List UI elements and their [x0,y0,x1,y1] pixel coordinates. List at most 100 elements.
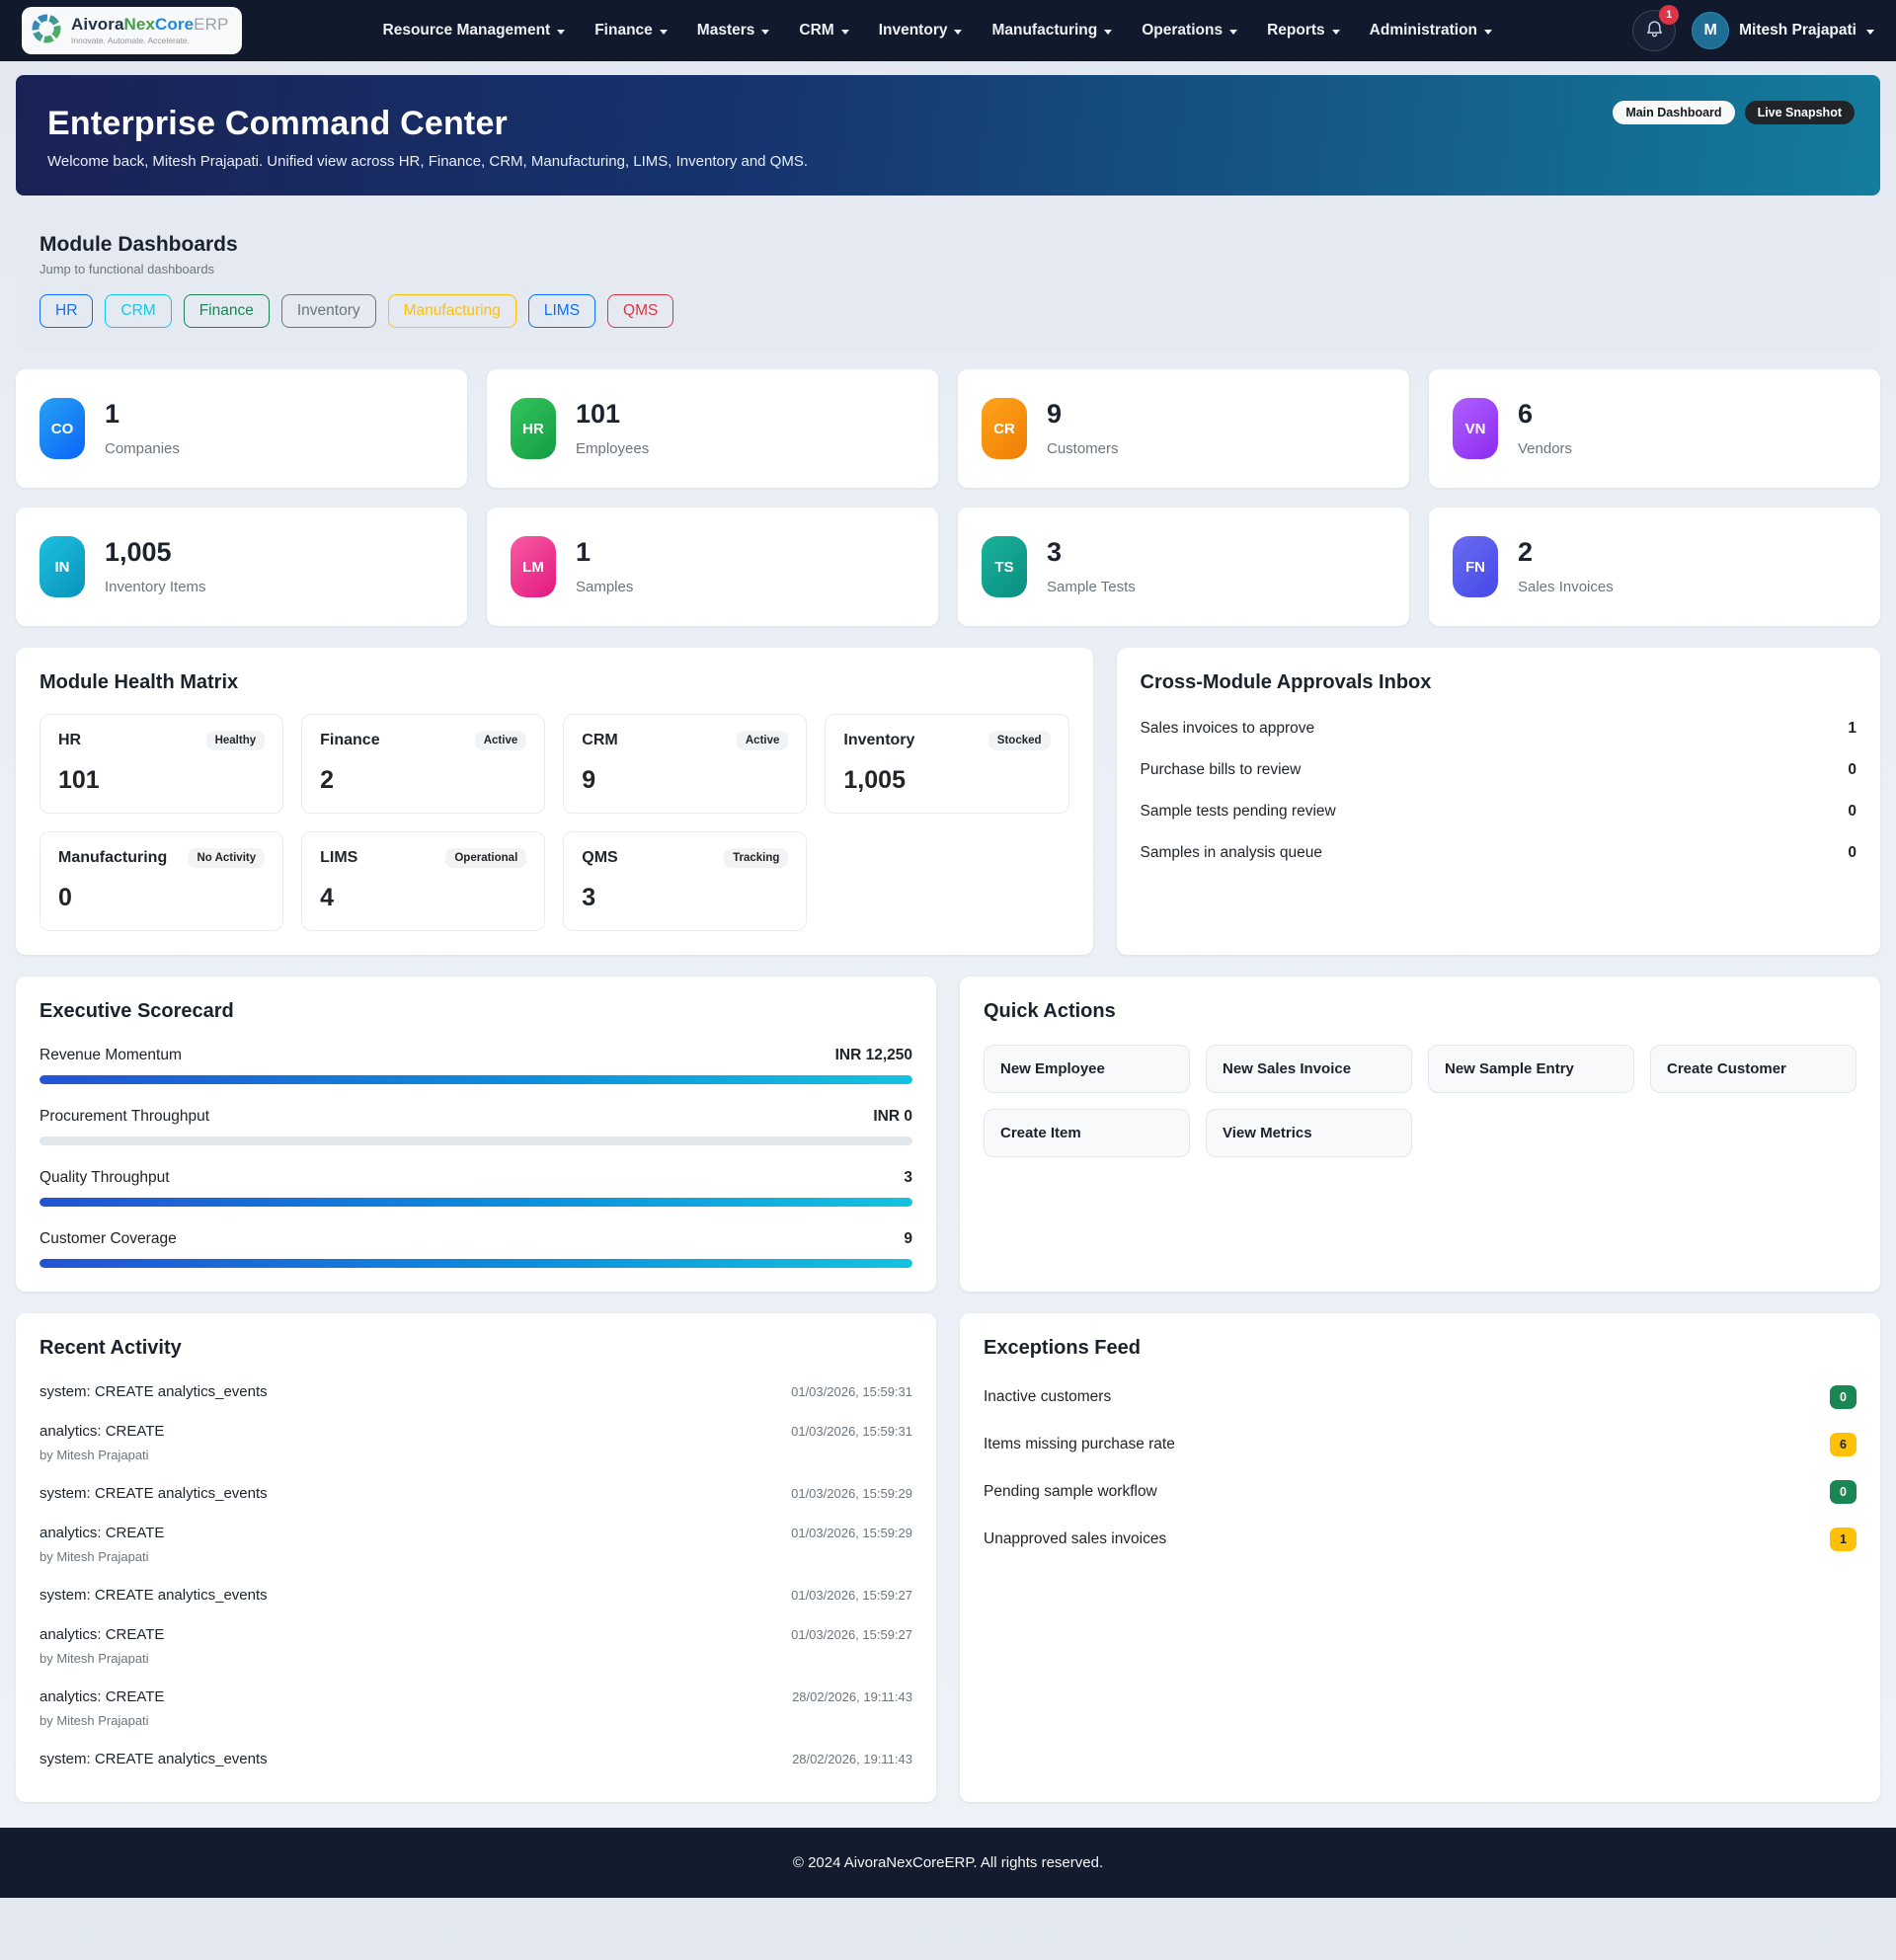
quick-action-button[interactable]: New Employee [984,1045,1190,1093]
nav-menu-item[interactable]: Resource Management [371,14,578,47]
activity-title: system: CREATE analytics_events [40,1383,268,1400]
stat-label: Vendors [1518,440,1572,457]
stat-cards: CO 1 Companies HR 101 Employees CR 9 Cus… [16,369,1880,626]
progress-bar-fill [40,1198,912,1207]
module-dashboard-button[interactable]: Manufacturing [388,294,516,328]
scorecard-metrics: Revenue Momentum INR 12,250 Procurement … [40,1047,912,1268]
quick-action-button[interactable]: New Sales Invoice [1206,1045,1412,1093]
health-module-name: Finance [320,732,379,749]
stat-card: CO 1 Companies [16,369,467,488]
health-module-name: HR [58,732,81,749]
notification-count-badge: 1 [1659,5,1679,25]
health-value: 4 [320,884,526,912]
approvals-list: Sales invoices to approve 1 Purchase bil… [1141,708,1856,874]
approvals-list-item: Samples in analysis queue 0 [1141,832,1856,874]
health-card: QMS Tracking 3 [563,831,807,931]
module-dashboards-title: Module Dashboards [40,233,1856,257]
activity-title: system: CREATE analytics_events [40,1587,268,1604]
health-status-badge: Active [475,731,527,750]
health-card: Manufacturing No Activity 0 [40,831,283,931]
metric-value: INR 12,250 [835,1047,912,1064]
chevron-down-icon [1104,30,1112,35]
activity-item: system: CREATE analytics_events 01/03/20… [40,1473,912,1513]
health-module-name: CRM [582,732,617,749]
stat-value: 1,005 [105,538,206,566]
health-status-badge: Tracking [724,848,788,868]
nav-menu-label: Masters [697,22,755,39]
stat-label: Customers [1047,440,1119,457]
stat-card: VN 6 Vendors [1429,369,1880,488]
progress-bar-track [40,1259,912,1268]
health-status-badge: Healthy [206,731,266,750]
approvals-item-label: Purchase bills to review [1141,761,1302,779]
nav-menu-item[interactable]: Administration [1358,14,1504,47]
activity-exceptions-row: Recent Activity system: CREATE analytics… [16,1313,1880,1802]
progress-bar-fill [40,1075,912,1084]
notifications-button[interactable]: 1 [1632,10,1676,51]
stat-card: LM 1 Samples [487,508,938,626]
approvals-item-count: 0 [1848,803,1856,821]
stat-value: 2 [1518,538,1614,566]
activity-item: analytics: CREATE 28/02/2026, 19:11:43 b… [40,1677,912,1739]
stat-value: 9 [1047,400,1119,428]
exception-label: Pending sample workflow [984,1483,1157,1501]
approvals-list-item: Purchase bills to review 0 [1141,749,1856,791]
nav-menu-item[interactable]: Operations [1130,14,1249,47]
health-card: Finance Active 2 [301,714,545,814]
nav-menu-label: Resource Management [383,22,551,39]
quick-action-button[interactable]: Create Customer [1650,1045,1856,1093]
nav-menu-item[interactable]: Finance [583,14,679,47]
module-dashboard-button[interactable]: Inventory [281,294,376,328]
module-dashboard-button[interactable]: LIMS [528,294,595,328]
metric-value: 3 [904,1169,912,1187]
nav-menu-label: Reports [1267,22,1325,39]
metric-value: INR 0 [873,1108,912,1126]
activity-timestamp: 01/03/2026, 15:59:27 [791,1627,912,1642]
chevron-down-icon [1229,30,1237,35]
health-card: CRM Active 9 [563,714,807,814]
exception-count-badge: 0 [1830,1385,1856,1409]
chevron-down-icon [660,30,668,35]
approvals-item-count: 0 [1848,844,1856,862]
quick-action-button[interactable]: Create Item [984,1109,1190,1157]
activity-title: analytics: CREATE [40,1688,164,1705]
page-title: Enterprise Command Center [47,105,1849,143]
exception-count-badge: 0 [1830,1480,1856,1504]
activity-author: by Mitesh Prajapati [40,1651,912,1666]
stat-module-icon: TS [982,536,1027,597]
approvals-item-count: 1 [1848,720,1856,738]
nav-menu-item[interactable]: Inventory [867,14,975,47]
exceptions-feed-title: Exceptions Feed [984,1337,1856,1360]
activity-timestamp: 01/03/2026, 15:59:29 [791,1526,912,1540]
stat-module-icon: VN [1453,398,1498,459]
nav-menu-item[interactable]: Manufacturing [980,14,1124,47]
nav-menu-label: CRM [799,22,833,39]
stat-label: Samples [576,579,633,595]
stat-label: Employees [576,440,649,457]
module-dashboard-button[interactable]: QMS [607,294,673,328]
main-dashboard-badge: Main Dashboard [1613,101,1734,124]
stat-label: Companies [105,440,180,457]
activity-item: system: CREATE analytics_events 01/03/20… [40,1575,912,1614]
module-dashboard-buttons: HR CRM Finance Inventory Manufacturing LIMS QM… [40,294,1856,328]
activity-timestamp: 28/02/2026, 19:11:43 [792,1689,912,1704]
quick-action-button[interactable]: New Sample Entry [1428,1045,1634,1093]
stat-label: Inventory Items [105,579,206,595]
brand-logo[interactable]: AivoraNexCoreERP Innovate. Automate. Acc… [22,7,242,54]
quick-action-button[interactable]: View Metrics [1206,1109,1412,1157]
stat-label: Sample Tests [1047,579,1136,595]
nav-menu-item[interactable]: Reports [1255,14,1352,47]
stat-card: IN 1,005 Inventory Items [16,508,467,626]
stat-module-icon: IN [40,536,85,597]
hero-badges: Main Dashboard Live Snapshot [1613,101,1855,124]
user-menu-button[interactable]: M Mitesh Prajapati [1692,12,1874,49]
stat-card: FN 2 Sales Invoices [1429,508,1880,626]
metric-value: 9 [904,1230,912,1248]
nav-menu-item[interactable]: Masters [685,14,782,47]
module-dashboard-button[interactable]: HR [40,294,93,328]
stat-module-icon: HR [511,398,556,459]
module-dashboard-button[interactable]: CRM [105,294,171,328]
page-footer: © 2024 AivoraNexCoreERP. All rights rese… [0,1828,1896,1898]
nav-menu-item[interactable]: CRM [787,14,860,47]
module-dashboard-button[interactable]: Finance [184,294,270,328]
